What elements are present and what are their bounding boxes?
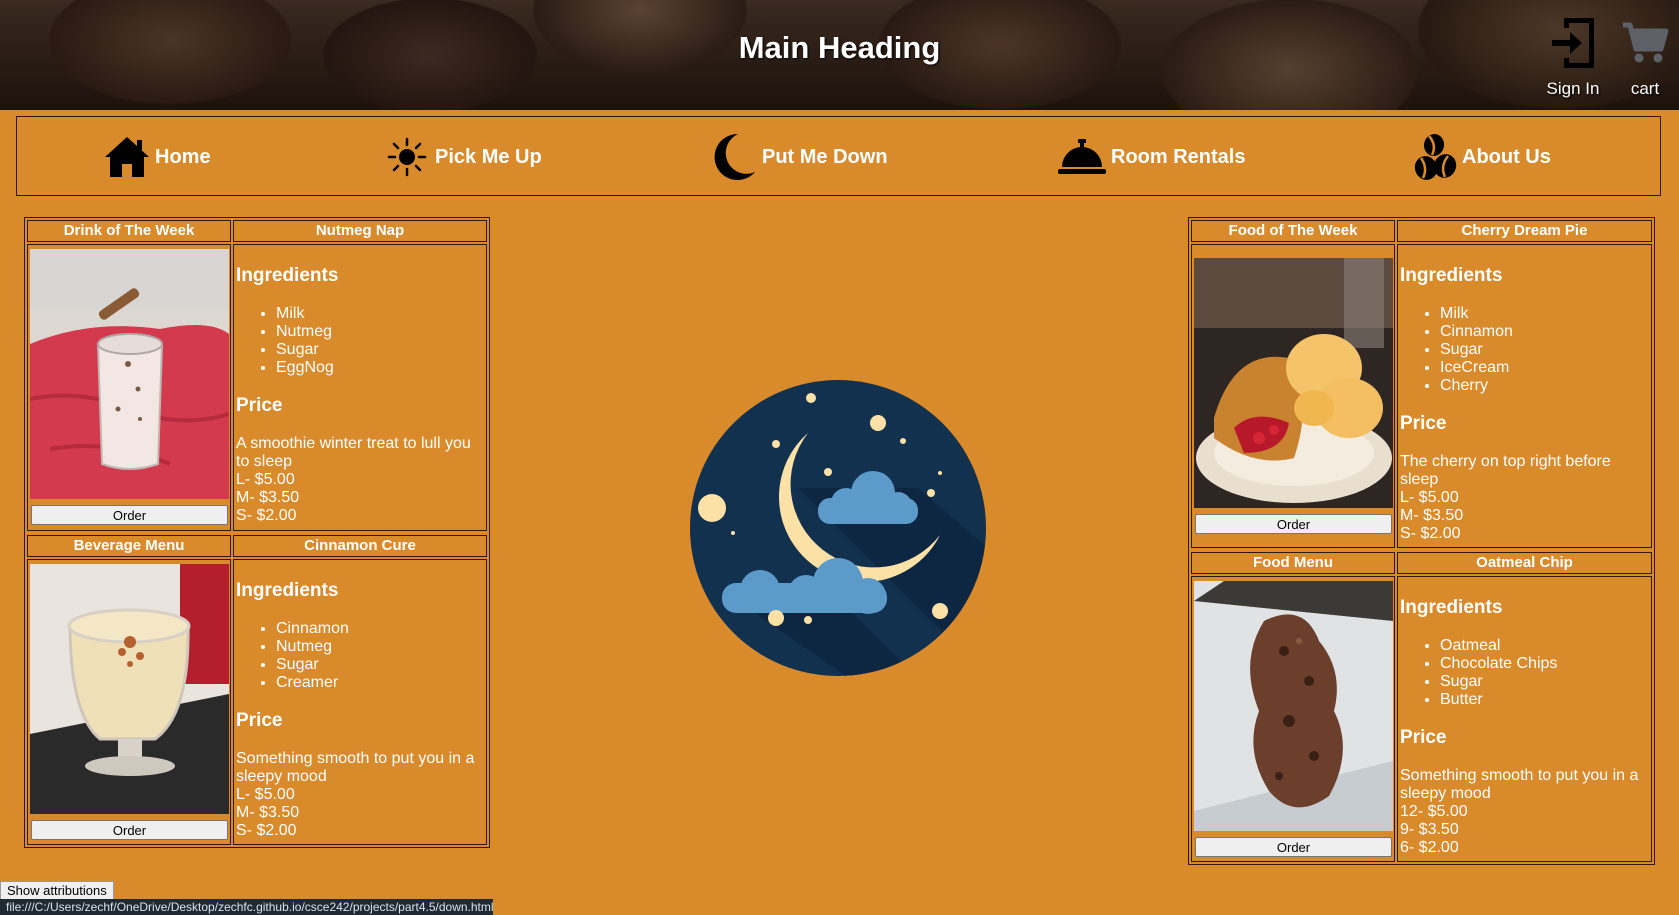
moon-icon	[712, 132, 756, 182]
beverage-image-cell: Order	[27, 559, 231, 845]
price-line: 12- $5.00	[1400, 803, 1468, 820]
price-line: M- $3.50	[236, 489, 300, 506]
price-line: L- $5.00	[236, 471, 295, 488]
list-item: Butter	[1440, 691, 1651, 709]
header-banner: Main Heading Sign In cart	[0, 0, 1679, 110]
ingredients-heading: Ingredients	[236, 580, 339, 601]
drink-week-header: Drink of The Week	[27, 220, 231, 242]
food-menu-image-cell: Order	[1191, 576, 1395, 862]
item-description: Something smooth to put you in a sleepy …	[1400, 767, 1639, 802]
list-item: Cinnamon	[276, 620, 486, 638]
food-week-photo	[1194, 258, 1393, 508]
price-line: 9- $3.50	[1400, 821, 1459, 838]
price-line: L- $5.00	[236, 786, 295, 803]
list-item: Sugar	[1440, 341, 1651, 359]
cart-button[interactable]: cart	[1610, 8, 1679, 99]
price-line: M- $3.50	[236, 804, 300, 821]
ingredients-list: Oatmeal Chocolate Chips Sugar Butter	[1400, 637, 1651, 709]
price-line: L- $5.00	[1400, 489, 1459, 506]
nav-about-us-label: About Us	[1462, 145, 1551, 168]
list-item: Milk	[1440, 305, 1651, 323]
food-menu-photo	[1194, 581, 1393, 831]
list-item: Chocolate Chips	[1440, 655, 1651, 673]
list-item: Oatmeal	[1440, 637, 1651, 655]
food-week-image-cell: Order	[1191, 244, 1395, 548]
nav-about-us[interactable]: About Us	[1412, 117, 1551, 197]
beverage-menu-name: Cinnamon Cure	[233, 535, 487, 557]
beverage-photo	[30, 564, 229, 814]
list-item: Sugar	[276, 341, 486, 359]
nav-home-label: Home	[155, 145, 211, 168]
nav-pick-me-up-label: Pick Me Up	[435, 145, 542, 168]
nav-home[interactable]: Home	[103, 117, 211, 197]
price-heading: Price	[1400, 727, 1447, 748]
nav-room-rentals[interactable]: Room Rentals	[1057, 117, 1245, 197]
nav-pick-me-up[interactable]: Pick Me Up	[387, 117, 542, 197]
food-week-order-button[interactable]: Order	[1195, 514, 1392, 534]
food-week-details: Ingredients Milk Cinnamon Sugar IceCream…	[1397, 244, 1652, 548]
nav-room-rentals-label: Room Rentals	[1111, 145, 1246, 168]
item-description: Something smooth to put you in a sleepy …	[236, 750, 475, 785]
sun-icon	[387, 137, 427, 177]
list-item: Cherry	[1440, 377, 1651, 395]
price-line: S- $2.00	[1400, 525, 1461, 542]
item-description: The cherry on top right before sleep	[1400, 453, 1611, 488]
drink-week-name: Nutmeg Nap	[233, 220, 487, 242]
show-attributions-button[interactable]: Show attributions	[0, 881, 114, 900]
price-heading: Price	[236, 710, 283, 731]
list-item: Sugar	[276, 656, 486, 674]
list-item: Sugar	[1440, 673, 1651, 691]
sign-in-icon	[1538, 8, 1608, 78]
sign-in-button[interactable]: Sign In	[1538, 8, 1608, 99]
cart-icon	[1610, 8, 1679, 78]
price-line: S- $2.00	[236, 822, 297, 839]
drink-week-order-button[interactable]: Order	[31, 505, 228, 525]
left-menu-table: Drink of The Week Nutmeg Nap Order Ingre…	[24, 217, 490, 848]
food-week-header: Food of The Week	[1191, 220, 1395, 242]
list-item: Cinnamon	[1440, 323, 1651, 341]
list-item: IceCream	[1440, 359, 1651, 377]
price-line: M- $3.50	[1400, 507, 1464, 524]
list-item: Nutmeg	[276, 638, 486, 656]
sign-in-label: Sign In	[1546, 79, 1600, 98]
drink-week-details: Ingredients Milk Nutmeg Sugar EggNog Pri…	[233, 244, 487, 531]
food-menu-details: Ingredients Oatmeal Chocolate Chips Suga…	[1397, 576, 1652, 862]
food-menu-header: Food Menu	[1191, 552, 1395, 574]
price-line: 6- $2.00	[1400, 839, 1459, 856]
home-icon	[103, 135, 151, 179]
main-nav: Home Pick Me Up Put Me Down Room Rentals…	[16, 116, 1661, 196]
price-heading: Price	[236, 395, 283, 416]
list-item: Creamer	[276, 674, 486, 692]
item-description: A smoothie winter treat to lull you to s…	[236, 435, 471, 470]
food-menu-name: Oatmeal Chip	[1397, 552, 1652, 574]
coffee-beans-icon	[1412, 132, 1458, 182]
right-menu-table: Food of The Week Cherry Dream Pie Order …	[1188, 217, 1655, 865]
price-heading: Price	[1400, 413, 1447, 434]
drink-week-image-cell: Order	[27, 244, 231, 531]
list-item: Milk	[276, 305, 486, 323]
drink-week-photo	[30, 249, 229, 499]
beverage-order-button[interactable]: Order	[31, 820, 228, 840]
page-title: Main Heading	[738, 30, 941, 65]
service-bell-icon	[1057, 137, 1107, 177]
nav-put-me-down-label: Put Me Down	[762, 145, 888, 168]
ingredients-list: Milk Nutmeg Sugar EggNog	[236, 305, 486, 377]
food-week-name: Cherry Dream Pie	[1397, 220, 1652, 242]
browser-status-bar: file:///C:/Users/zechf/OneDrive/Desktop/…	[0, 899, 493, 915]
list-item: Nutmeg	[276, 323, 486, 341]
nav-put-me-down[interactable]: Put Me Down	[712, 117, 888, 197]
ingredients-list: Cinnamon Nutmeg Sugar Creamer	[236, 620, 486, 692]
food-menu-order-button[interactable]: Order	[1195, 837, 1392, 857]
cart-label: cart	[1630, 79, 1660, 98]
night-moon-illustration	[688, 378, 988, 678]
ingredients-heading: Ingredients	[1400, 597, 1503, 618]
ingredients-heading: Ingredients	[236, 265, 339, 286]
beverage-menu-header: Beverage Menu	[27, 535, 231, 557]
list-item: EggNog	[276, 359, 486, 377]
price-line: S- $2.00	[236, 507, 297, 524]
ingredients-heading: Ingredients	[1400, 265, 1503, 286]
ingredients-list: Milk Cinnamon Sugar IceCream Cherry	[1400, 305, 1651, 395]
beverage-details: Ingredients Cinnamon Nutmeg Sugar Creame…	[233, 559, 487, 845]
